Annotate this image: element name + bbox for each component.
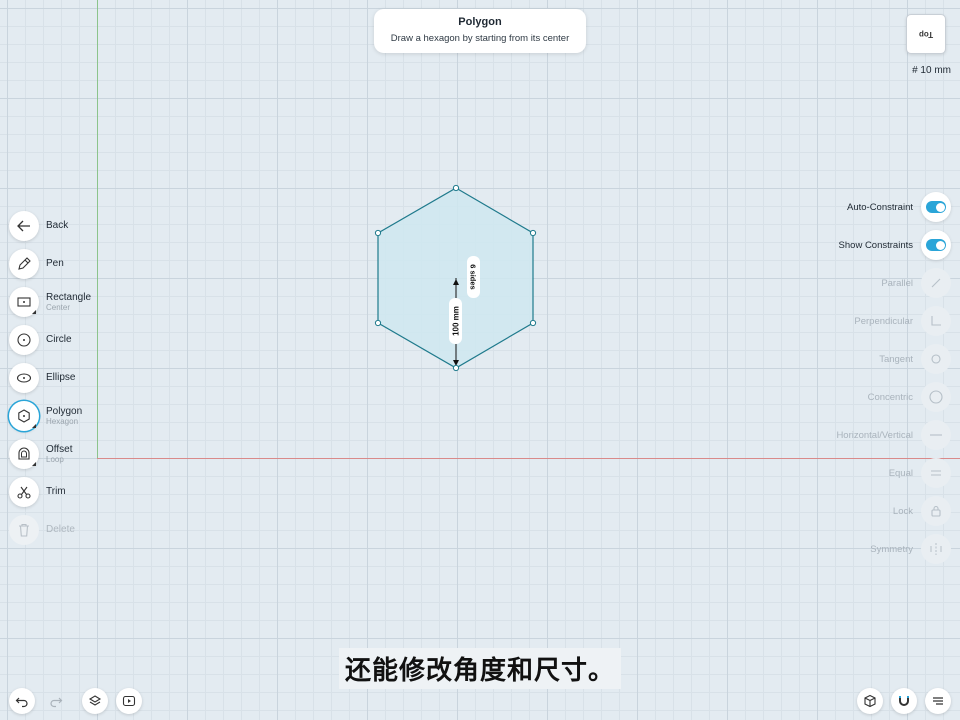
back-arrow-icon[interactable] [9,211,39,241]
toggle-on-icon [926,239,946,251]
tool-label: Pen [46,258,64,269]
constraint-label: Lock [892,505,913,517]
play-icon [122,695,136,707]
lock-icon[interactable] [921,496,951,526]
menu-button[interactable] [925,688,951,714]
tool-label: Back [46,220,69,231]
show-constraints-label: Show Constraints [838,239,913,251]
constraint-label: Parallel [881,277,913,289]
tool-back[interactable]: Back [9,211,68,241]
undo-button[interactable] [9,688,35,714]
video-subtitle: 还能修改角度和尺寸。 [0,648,960,689]
tool-sublabel: Loop [46,454,64,464]
view-mode-button[interactable] [857,688,883,714]
tool-label: Ellipse [46,372,76,383]
redo-icon [50,697,63,708]
circle-icon[interactable] [9,325,39,355]
pen-icon[interactable] [9,249,39,279]
hexagon-sketch[interactable] [0,0,960,720]
view-cube[interactable]: Top [906,14,946,54]
magnet-icon [899,696,909,706]
hint-title: Polygon [458,16,502,28]
submenu-corner-icon [32,424,36,428]
concentric-icon[interactable] [921,382,951,412]
constraint-label: Concentric [867,391,913,403]
tool-delete[interactable]: Delete [9,515,75,545]
menu-icon [933,697,943,705]
ellipse-icon[interactable] [9,363,39,393]
submenu-corner-icon [32,310,36,314]
tool-label: Delete [46,524,75,535]
constraint-label: Symmetry [870,543,913,555]
equal-icon[interactable] [921,458,951,488]
rectangle-icon[interactable] [9,287,39,317]
tool-rectangle[interactable]: Rectangle Center [9,287,91,317]
horizontal-vertical-icon[interactable] [921,420,951,450]
tool-label: Polygon [46,405,83,417]
tool-sublabel: Center [46,302,71,312]
constraint-label: Equal [888,467,913,479]
vertex-handle[interactable] [529,319,537,327]
layers-icon [88,695,102,706]
auto-constraint-row[interactable]: Auto-Constraint [847,192,951,222]
constraint-label: Perpendicular [854,315,913,327]
snap-button[interactable] [891,688,917,714]
redo-button[interactable] [43,688,69,714]
tool-circle[interactable]: Circle [9,325,72,355]
hint-subtitle: Draw a hexagon by starting from its cent… [390,33,570,44]
tool-ellipse[interactable]: Ellipse [9,363,75,393]
constraint-label: Tangent [879,353,913,365]
tool-label: Offset [46,443,73,455]
auto-constraint-label: Auto-Constraint [846,201,913,213]
show-constraints-row[interactable]: Show Constraints [839,230,951,260]
perpendicular-icon[interactable] [921,306,951,336]
symmetry-icon[interactable] [921,534,951,564]
offset-icon[interactable] [9,439,39,469]
tangent-icon[interactable] [921,344,951,374]
vertex-handle[interactable] [374,319,382,327]
submenu-corner-icon [32,462,36,466]
toggle-on-icon [926,201,946,213]
tool-sublabel: Hexagon [46,416,79,426]
constraint-tangent[interactable]: Tangent [879,344,951,374]
trash-icon[interactable] [9,515,39,545]
show-constraints-toggle[interactable] [921,230,951,260]
auto-constraint-toggle[interactable] [921,192,951,222]
constraint-lock[interactable]: Lock [893,496,951,526]
constraint-concentric[interactable]: Concentric [868,382,951,412]
constraint-horizontal-vertical[interactable]: Horizontal/Vertical [836,420,951,450]
cube-view-icon [864,694,876,708]
parallel-icon[interactable] [921,268,951,298]
constraint-perpendicular[interactable]: Perpendicular [854,306,951,336]
vertex-handle[interactable] [374,229,382,237]
trim-icon[interactable] [9,477,39,507]
tool-label: Trim [46,486,66,497]
vertex-handle[interactable] [452,364,460,372]
tool-label: Rectangle [46,291,92,303]
vertex-handle[interactable] [529,229,537,237]
layers-button[interactable] [82,688,108,714]
vertex-handle[interactable] [452,184,460,192]
constraint-equal[interactable]: Equal [889,458,951,488]
tool-polygon[interactable]: Polygon Hexagon [9,401,82,431]
play-button[interactable] [116,688,142,714]
constraint-label: Horizontal/Vertical [836,429,913,441]
tool-pen[interactable]: Pen [9,249,64,279]
subtitle-text: 还能修改角度和尺寸。 [338,648,621,689]
tool-trim[interactable]: Trim [9,477,66,507]
tool-offset[interactable]: Offset Loop [9,439,73,469]
polygon-icon[interactable] [9,401,39,431]
tool-hint-card: Polygon Draw a hexagon by starting from … [374,9,586,53]
constraint-parallel[interactable]: Parallel [881,268,951,298]
constraint-symmetry[interactable]: Symmetry [870,534,951,564]
sides-count[interactable]: 6 sides [469,264,478,289]
dimension-value[interactable]: 100 mm [452,306,461,336]
undo-icon [15,697,28,708]
grid-size-label[interactable]: # 10 mm [912,65,951,76]
tool-label: Circle [46,334,72,345]
view-cube-label: Top [918,29,934,39]
